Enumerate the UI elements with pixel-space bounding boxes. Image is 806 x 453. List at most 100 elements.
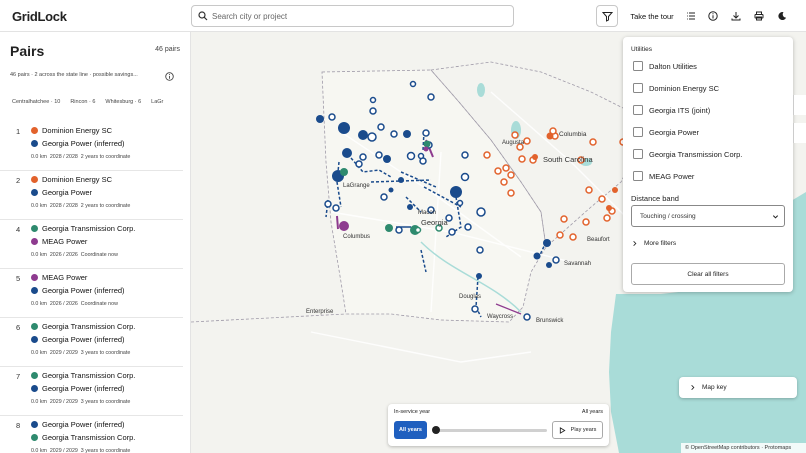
utility-color-dot <box>31 127 38 134</box>
utility-color-dot <box>31 287 38 294</box>
city-chip[interactable]: Centralhatchee · 10 <box>12 99 60 105</box>
download-button[interactable] <box>727 7 745 25</box>
print-button[interactable] <box>750 7 768 25</box>
clear-filters-button[interactable]: Clear all filters <box>631 263 785 285</box>
filter-icon <box>601 11 613 22</box>
pair-row[interactable]: 2 Dominion Energy SC Georgia Power 0.0 km 2… <box>0 171 183 220</box>
utility-filter-option[interactable]: Georgia ITS (joint) <box>633 104 710 116</box>
year-slider-thumb[interactable] <box>432 426 440 434</box>
pair-status: 2 years to coordinate <box>80 154 131 160</box>
play-years-button[interactable]: Play years <box>552 421 603 439</box>
edge-control-bottom[interactable] <box>793 123 806 143</box>
pair-status: 3 years to coordinate <box>80 350 131 356</box>
utility-filter-label: MEAG Power <box>649 171 695 181</box>
list-view-button[interactable] <box>682 7 700 25</box>
map-attribution[interactable]: © OpenStreetMap contributors · Protomaps <box>681 443 806 453</box>
utility-checkbox[interactable] <box>633 127 643 137</box>
city-chip[interactable]: LaGr <box>151 99 163 105</box>
pair-years: 2026 / 2026 <box>49 252 78 258</box>
utility-checkbox[interactable] <box>633 83 643 93</box>
pair-status: 2 years to coordinate <box>80 203 131 209</box>
filter-button[interactable] <box>596 5 618 27</box>
search-box[interactable] <box>191 5 514 27</box>
utility-filter-option[interactable]: Dalton Utilities <box>633 60 697 72</box>
all-years-button[interactable]: All years <box>394 421 427 439</box>
year-slider-track[interactable] <box>435 429 547 432</box>
print-icon <box>754 11 764 21</box>
utility-color-dot <box>31 189 38 196</box>
pair-list: 1 Dominion Energy SC Georgia Power (inferr… <box>0 122 190 453</box>
label-savannah: Savannah <box>564 261 591 267</box>
play-years-label: Play years <box>570 427 597 433</box>
more-filters-toggle[interactable]: More filters <box>631 240 676 247</box>
pair-row[interactable]: 7 Georgia Transmission Corp. Georgia Power… <box>0 367 183 416</box>
utility-name: Georgia Power (inferred) <box>42 335 125 344</box>
pair-meta: 0.0 km 2028 / 2028 2 years to coordinate <box>31 154 130 160</box>
more-filters-label: More filters <box>644 240 677 247</box>
timeline-label: In-service year <box>394 409 431 415</box>
utility-checkbox[interactable] <box>633 105 643 115</box>
dark-mode-icon <box>778 12 787 21</box>
city-chips: Centralhatchee · 10 Rincon · 6 Whitesburg … <box>12 99 184 109</box>
pairs-sidebar: Pairs 46 pairs 46 pairs · 2 across the s… <box>0 32 191 453</box>
label-beaufort: Beaufort <box>587 237 610 243</box>
pair-number: 7 <box>16 372 21 381</box>
pair-years: 2029 / 2029 <box>49 448 78 453</box>
pairs-summary: 46 pairs · 2 across the state line · pos… <box>10 72 138 78</box>
utility-filter-label: Georgia Power <box>649 127 700 137</box>
utility-name: Georgia Transmission Corp. <box>42 224 136 233</box>
pair-distance: 0.0 km <box>31 252 47 258</box>
pair-status: 3 years to coordinate <box>80 399 131 405</box>
top-bar: GridLock Take the tour <box>0 0 806 32</box>
download-icon <box>731 12 741 21</box>
app-logo: GridLock <box>12 9 67 24</box>
map-key-toggle[interactable]: Map key <box>679 377 797 398</box>
utility-checkbox[interactable] <box>633 61 643 71</box>
pairs-title: Pairs <box>10 43 45 59</box>
pair-row[interactable]: 1 Dominion Energy SC Georgia Power (inferr… <box>0 122 183 171</box>
pair-meta: 0.0 km 2029 / 2029 3 years to coordinate <box>31 399 130 405</box>
pair-distance: 0.0 km <box>31 399 47 405</box>
search-icon <box>198 11 208 21</box>
utility-name: MEAG Power <box>42 273 88 282</box>
label-augusta: Augusta <box>502 140 525 146</box>
edge-control-top[interactable] <box>793 95 806 115</box>
pair-utility-2: Georgia Transmission Corp. <box>31 433 135 442</box>
utility-filter-option[interactable]: Georgia Power <box>633 126 699 138</box>
pair-number: 1 <box>16 127 21 136</box>
search-input[interactable] <box>212 9 502 24</box>
filter-panel: Utilities Dalton Utilities Dominion Energ… <box>623 37 793 292</box>
dark-mode-button[interactable] <box>773 7 791 25</box>
pair-row[interactable]: 5 MEAG Power Georgia Power (inferred) 0.0 k… <box>0 269 183 318</box>
label-columbia: Columbia <box>559 131 587 138</box>
pair-number: 5 <box>16 274 21 283</box>
pair-meta: 0.0 km 2028 / 2028 2 years to coordinate <box>31 203 130 209</box>
pair-number: 4 <box>16 225 21 234</box>
pair-meta: 0.0 km 2029 / 2029 3 years to coordinate <box>31 448 130 453</box>
label-columbus: Columbus <box>343 234 370 240</box>
pair-meta: 0.0 km 2026 / 2026 Coordinate now <box>31 252 118 258</box>
take-tour-button[interactable]: Take the tour <box>626 5 678 27</box>
distance-band-label: Distance band <box>631 194 679 203</box>
utility-name: MEAG Power <box>42 237 88 246</box>
pair-row[interactable]: 6 Georgia Transmission Corp. Georgia Power… <box>0 318 183 367</box>
utility-name: Dominion Energy SC <box>42 126 113 135</box>
utility-name: Dominion Energy SC <box>42 175 113 184</box>
summary-info-icon[interactable] <box>165 72 174 81</box>
utility-name: Georgia Transmission Corp. <box>42 322 136 331</box>
utility-checkbox[interactable] <box>633 149 643 159</box>
pair-row[interactable]: 8 Georgia Power (inferred) Georgia Transmi… <box>0 416 183 453</box>
utility-checkbox[interactable] <box>633 171 643 181</box>
about-button[interactable] <box>704 7 722 25</box>
utility-filter-option[interactable]: Dominion Energy SC <box>633 82 719 94</box>
city-chip[interactable]: Rincon · 6 <box>70 99 95 105</box>
utility-filter-option[interactable]: Georgia Transmission Corp. <box>633 148 742 160</box>
utility-filter-option[interactable]: MEAG Power <box>633 170 694 182</box>
label-lagrange: LaGrange <box>343 183 370 189</box>
pairs-count: 46 pairs <box>155 46 180 53</box>
pair-distance: 0.0 km <box>31 301 47 307</box>
distance-band-select[interactable]: Touching / crossing <box>631 205 785 227</box>
pair-row[interactable]: 4 Georgia Transmission Corp. MEAG Power 0.0… <box>0 220 183 269</box>
city-chip[interactable]: Whitesburg · 6 <box>105 99 141 105</box>
pair-utility-2: Georgia Power (inferred) <box>31 286 125 295</box>
